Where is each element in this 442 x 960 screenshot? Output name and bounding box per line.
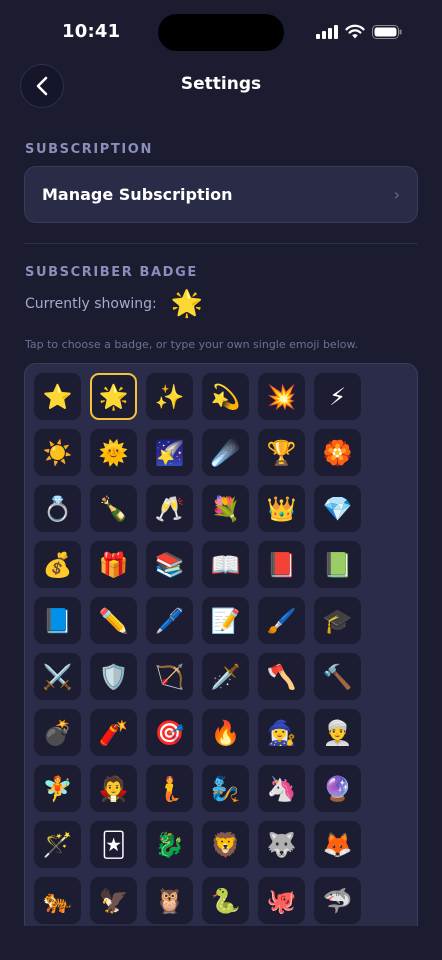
- bottom-safe-area: [0, 926, 442, 960]
- badge-option[interactable]: 💍: [34, 485, 81, 532]
- badge-option[interactable]: 🪓: [258, 653, 305, 700]
- badge-option[interactable]: 🏵️: [314, 429, 361, 476]
- badge-grid: ⭐ 🌟 ✨ 💫 💥 ⚡ ☀️ 🌞 🌠 ☄️ 🏆 🏵️ 💍 🍾 🥂 💐 👑 💎 💰 🎁 📚 📖 📕 📗 📘 ✏️ 🖊️ 📝 🖌️ 🎓 ⚔️ 🛡️…: [34, 373, 361, 924]
- badge-option[interactable]: ⭐: [34, 373, 81, 420]
- badge-option[interactable]: 🥂: [146, 485, 193, 532]
- current-badge-row: Currently showing: 🌟: [25, 291, 203, 317]
- status-icons: [316, 24, 402, 39]
- badge-option-selected[interactable]: 🌟: [90, 373, 137, 420]
- badge-option[interactable]: 🦊: [314, 821, 361, 868]
- section-divider: [24, 243, 418, 244]
- badge-option[interactable]: 🍾: [90, 485, 137, 532]
- badge-option[interactable]: 🖌️: [258, 597, 305, 644]
- badge-option[interactable]: 🦁: [202, 821, 249, 868]
- badge-option[interactable]: 📗: [314, 541, 361, 588]
- subscription-section-header: SUBSCRIPTION: [25, 142, 153, 157]
- page-title: Settings: [180, 74, 262, 94]
- chevron-right-icon: ›: [393, 185, 400, 204]
- badge-option[interactable]: 🎁: [90, 541, 137, 588]
- nav-bar: Settings: [0, 62, 442, 110]
- badge-option[interactable]: 🧨: [90, 709, 137, 756]
- status-bar: 10:41: [0, 0, 442, 62]
- badge-option[interactable]: 🦅: [90, 877, 137, 924]
- signal-icon: [316, 24, 338, 39]
- badge-option[interactable]: ⚡: [314, 373, 361, 420]
- badge-option[interactable]: 🧜: [146, 765, 193, 812]
- badge-option[interactable]: 🏆: [258, 429, 305, 476]
- badge-option[interactable]: ☀️: [34, 429, 81, 476]
- badge-option[interactable]: 🧛: [90, 765, 137, 812]
- current-badge-emoji: 🌟: [170, 289, 204, 319]
- badge-section-header: SUBSCRIBER BADGE: [25, 265, 198, 280]
- badge-option[interactable]: 📕: [258, 541, 305, 588]
- status-time: 10:41: [62, 21, 121, 42]
- manage-subscription-button[interactable]: Manage Subscription ›: [24, 166, 418, 223]
- badge-option[interactable]: 💣: [34, 709, 81, 756]
- badge-option[interactable]: 🏹: [146, 653, 193, 700]
- badge-option[interactable]: 🐍: [202, 877, 249, 924]
- badge-option[interactable]: 🐅: [34, 877, 81, 924]
- dynamic-island: [158, 14, 284, 51]
- badge-option[interactable]: 🛡️: [90, 653, 137, 700]
- badge-option[interactable]: 🧞: [202, 765, 249, 812]
- badge-option[interactable]: 💎: [314, 485, 361, 532]
- manage-subscription-label: Manage Subscription: [42, 185, 233, 204]
- badge-option[interactable]: ✨: [146, 373, 193, 420]
- badge-option[interactable]: 💐: [202, 485, 249, 532]
- badge-option[interactable]: 📘: [34, 597, 81, 644]
- badge-option[interactable]: 📚: [146, 541, 193, 588]
- badge-option[interactable]: 💫: [202, 373, 249, 420]
- badge-option[interactable]: 🖊️: [146, 597, 193, 644]
- badge-option[interactable]: 💥: [258, 373, 305, 420]
- badge-option[interactable]: 👳‍♂️: [314, 709, 361, 756]
- badge-option[interactable]: 🪄: [34, 821, 81, 868]
- badge-picker-panel: ⭐ 🌟 ✨ 💫 💥 ⚡ ☀️ 🌞 🌠 ☄️ 🏆 🏵️ 💍 🍾 🥂 💐 👑 💎 💰 🎁 📚 📖 📕 📗 📘 ✏️ 🖊️ 📝 🖌️ 🎓 ⚔️ 🛡️…: [24, 363, 418, 933]
- badge-option[interactable]: 🔮: [314, 765, 361, 812]
- badge-option[interactable]: 🌞: [90, 429, 137, 476]
- badge-option[interactable]: 🐉: [146, 821, 193, 868]
- badge-hint-text: Tap to choose a badge, or type your own …: [25, 338, 358, 351]
- badge-option[interactable]: 🦄: [258, 765, 305, 812]
- badge-option[interactable]: 🦈: [314, 877, 361, 924]
- badge-option[interactable]: 💰: [34, 541, 81, 588]
- current-badge-label: Currently showing:: [25, 296, 157, 312]
- badge-option[interactable]: 🔨: [314, 653, 361, 700]
- badge-option[interactable]: 🃏: [90, 821, 137, 868]
- badge-option[interactable]: 🧚: [34, 765, 81, 812]
- wifi-icon: [345, 24, 365, 39]
- badge-option[interactable]: ☄️: [202, 429, 249, 476]
- badge-option[interactable]: 🦉: [146, 877, 193, 924]
- badge-option[interactable]: 🎯: [146, 709, 193, 756]
- badge-option[interactable]: 📝: [202, 597, 249, 644]
- badge-option[interactable]: 🌠: [146, 429, 193, 476]
- badge-option[interactable]: 🗡️: [202, 653, 249, 700]
- badge-option[interactable]: 🐙: [258, 877, 305, 924]
- badge-option[interactable]: 🐺: [258, 821, 305, 868]
- badge-option[interactable]: 🧙‍♀️: [258, 709, 305, 756]
- badge-option[interactable]: 📖: [202, 541, 249, 588]
- battery-icon: [372, 24, 402, 39]
- badge-option[interactable]: 👑: [258, 485, 305, 532]
- badge-option[interactable]: ✏️: [90, 597, 137, 644]
- badge-option[interactable]: ⚔️: [34, 653, 81, 700]
- badge-option[interactable]: 🎓: [314, 597, 361, 644]
- badge-option[interactable]: 🔥: [202, 709, 249, 756]
